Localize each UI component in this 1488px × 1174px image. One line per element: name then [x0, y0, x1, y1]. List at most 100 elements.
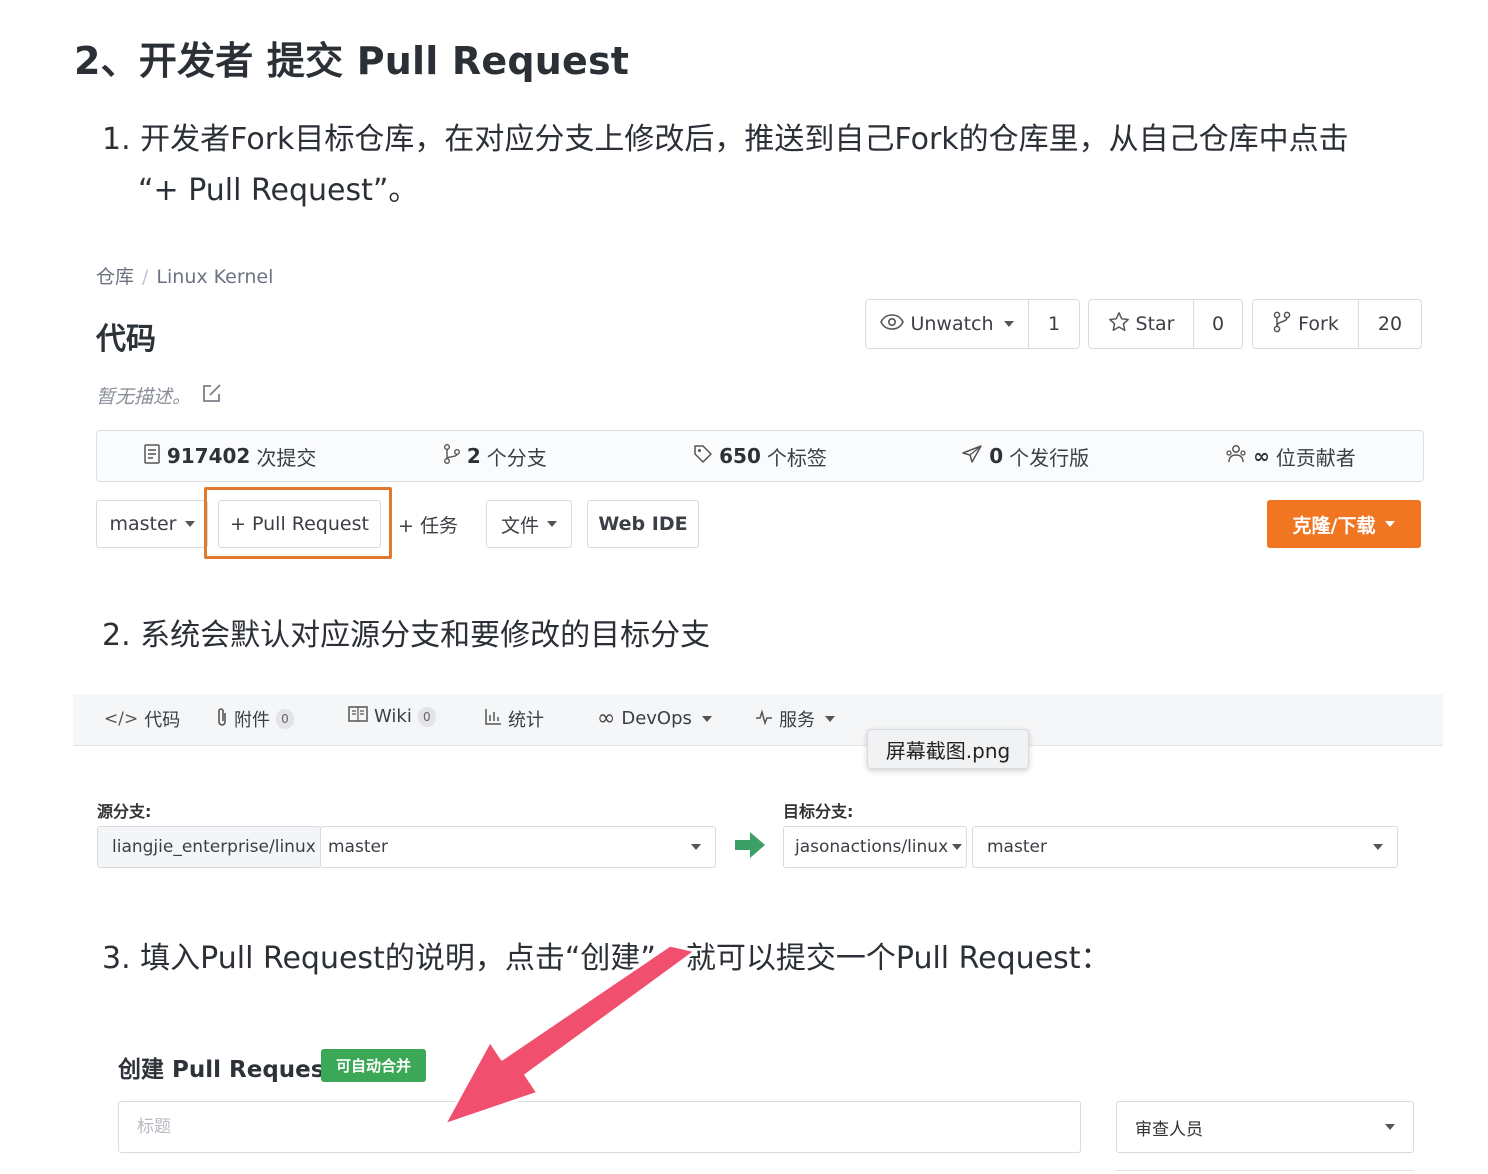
chevron-down-icon — [184, 521, 195, 527]
description-text: 暂无描述。 — [96, 386, 192, 408]
stat-label: 个标签 — [766, 445, 827, 470]
target-branch-select[interactable]: master — [972, 826, 1398, 868]
step-number: 3. — [102, 941, 131, 976]
breadcrumb: 仓库 / Linux Kernel — [96, 262, 273, 289]
tab-statistics[interactable]: 统计 — [484, 706, 544, 732]
divider — [1116, 1170, 1414, 1174]
unwatch-label: Unwatch — [910, 313, 994, 335]
step-1-continuation: “+ Pull Request”。 — [138, 173, 419, 208]
source-repo-field: liangjie_enterprise/linux — [97, 826, 321, 868]
source-branch-label: 源分支: — [97, 802, 152, 821]
tab-attachments[interactable]: 附件 0 — [216, 706, 294, 732]
source-branch-select[interactable]: master — [320, 826, 716, 868]
new-task-button[interactable]: + 任务 — [392, 500, 470, 548]
web-ide-button[interactable]: Web IDE — [587, 500, 699, 548]
step-text: 开发者Fork目标仓库，在对应分支上修改后，推送到自己Fork的仓库里，从自己仓… — [140, 122, 1349, 157]
repo-stats-bar: 917402 次提交 2 个分支 650 个标签 0 个发行版 ∞ 位贡献者 — [96, 430, 1424, 482]
breadcrumb-repos-link[interactable]: 仓库 — [96, 266, 134, 288]
chart-icon — [484, 708, 502, 731]
chevron-down-icon — [952, 844, 963, 850]
chevron-down-icon — [1003, 321, 1014, 327]
watch-count[interactable]: 1 — [1028, 300, 1079, 348]
auto-merge-badge: 可自动合并 — [321, 1049, 426, 1082]
file-label: 文件 — [500, 514, 539, 537]
star-label: Star — [1135, 313, 1175, 335]
release-icon — [961, 444, 983, 469]
stat-value: 917402 — [166, 444, 251, 468]
tab-label: DevOps — [621, 708, 692, 729]
step-2: 2. 系统会默认对应源分支和要修改的目标分支 — [102, 611, 710, 661]
clone-download-button[interactable]: 克隆/下载 — [1267, 500, 1421, 548]
file-menu-button[interactable]: 文件 — [486, 500, 572, 548]
section-heading: 2、开发者 提交 Pull Request — [74, 39, 630, 83]
star-button[interactable]: Star — [1089, 300, 1193, 348]
stat-value: 2 — [466, 444, 481, 468]
tab-label: 附件 — [234, 710, 270, 731]
step-1: 1. 开发者Fork目标仓库，在对应分支上修改后，推送到自己Fork的仓库里，从… — [102, 115, 1349, 165]
eye-icon — [880, 313, 905, 335]
stat-label: 次提交 — [256, 445, 317, 470]
tab-devops[interactable]: ∞ DevOps — [597, 706, 712, 731]
stat-commits[interactable]: 917402 次提交 — [97, 442, 362, 471]
step-text: 系统会默认对应源分支和要修改的目标分支 — [140, 618, 711, 653]
chevron-down-icon — [691, 844, 701, 850]
chevron-down-icon — [1385, 1124, 1395, 1130]
tab-label: 服务 — [779, 710, 815, 731]
repo-description: 暂无描述。 — [96, 382, 223, 409]
clone-label: 克隆/下载 — [1292, 514, 1376, 537]
create-pr-title: 创建 Pull Request — [118, 1057, 336, 1083]
infinity-icon: ∞ — [597, 706, 616, 731]
chevron-down-icon — [1373, 844, 1383, 850]
watch-button-group: Unwatch 1 — [865, 299, 1080, 349]
tab-code[interactable]: </> 代码 — [104, 706, 180, 732]
fork-button[interactable]: Fork — [1253, 300, 1358, 348]
branch-name: master — [109, 513, 177, 535]
breadcrumb-separator: / — [142, 266, 149, 288]
source-branch-value: master — [328, 837, 388, 857]
chevron-down-icon — [825, 716, 835, 722]
reviewer-select[interactable]: 审查人员 — [1116, 1101, 1414, 1153]
arrow-right-icon — [734, 831, 766, 863]
stat-branches[interactable]: 2 个分支 — [362, 442, 627, 471]
stat-label: 位贡献者 — [1275, 445, 1356, 470]
tab-label: Wiki — [374, 706, 412, 727]
fork-button-group: Fork 20 — [1252, 299, 1422, 349]
target-repo-select[interactable]: jasonactions/linux — [783, 826, 967, 868]
tab-label: 代码 — [144, 710, 181, 731]
stat-releases[interactable]: 0 个发行版 — [893, 442, 1158, 471]
stat-contributors[interactable]: ∞ 位贡献者 — [1158, 442, 1423, 471]
target-branch-label: 目标分支: — [783, 802, 854, 821]
target-repo-value: jasonactions/linux — [795, 837, 949, 857]
target-branch-value: master — [987, 837, 1047, 857]
chevron-down-icon — [701, 715, 712, 722]
commit-icon — [143, 443, 161, 470]
branch-icon — [443, 443, 461, 470]
tag-icon — [693, 444, 713, 469]
fork-icon — [1272, 311, 1292, 338]
page-title: 代码 — [96, 322, 156, 357]
attachment-icon — [216, 707, 228, 732]
pull-request-button[interactable]: + Pull Request — [218, 500, 381, 548]
unwatch-button[interactable]: Unwatch — [866, 300, 1028, 348]
tab-services[interactable]: 服务 — [755, 706, 835, 732]
step-number: 2. — [102, 618, 131, 653]
tab-label: 统计 — [508, 710, 544, 731]
chevron-down-icon — [547, 521, 557, 527]
branch-select[interactable]: master — [96, 500, 208, 548]
stat-tags[interactable]: 650 个标签 — [627, 442, 892, 471]
breadcrumb-repo-name[interactable]: Linux Kernel — [156, 266, 273, 288]
star-count[interactable]: 0 — [1193, 300, 1242, 348]
fork-count[interactable]: 20 — [1358, 300, 1421, 348]
tab-count-badge: 0 — [276, 709, 294, 729]
reviewer-label: 审查人员 — [1135, 1119, 1203, 1140]
annotation-arrow-icon — [442, 945, 698, 1127]
edit-icon[interactable] — [201, 382, 223, 409]
stat-value: ∞ — [1253, 444, 1270, 468]
star-icon — [1108, 311, 1130, 338]
stat-value: 0 — [989, 444, 1004, 468]
pulse-icon — [755, 708, 773, 730]
star-button-group: Star 0 — [1088, 299, 1243, 349]
fork-label: Fork — [1298, 313, 1339, 335]
tab-wiki[interactable]: Wiki 0 — [348, 706, 436, 727]
tab-count-badge: 0 — [417, 706, 436, 727]
